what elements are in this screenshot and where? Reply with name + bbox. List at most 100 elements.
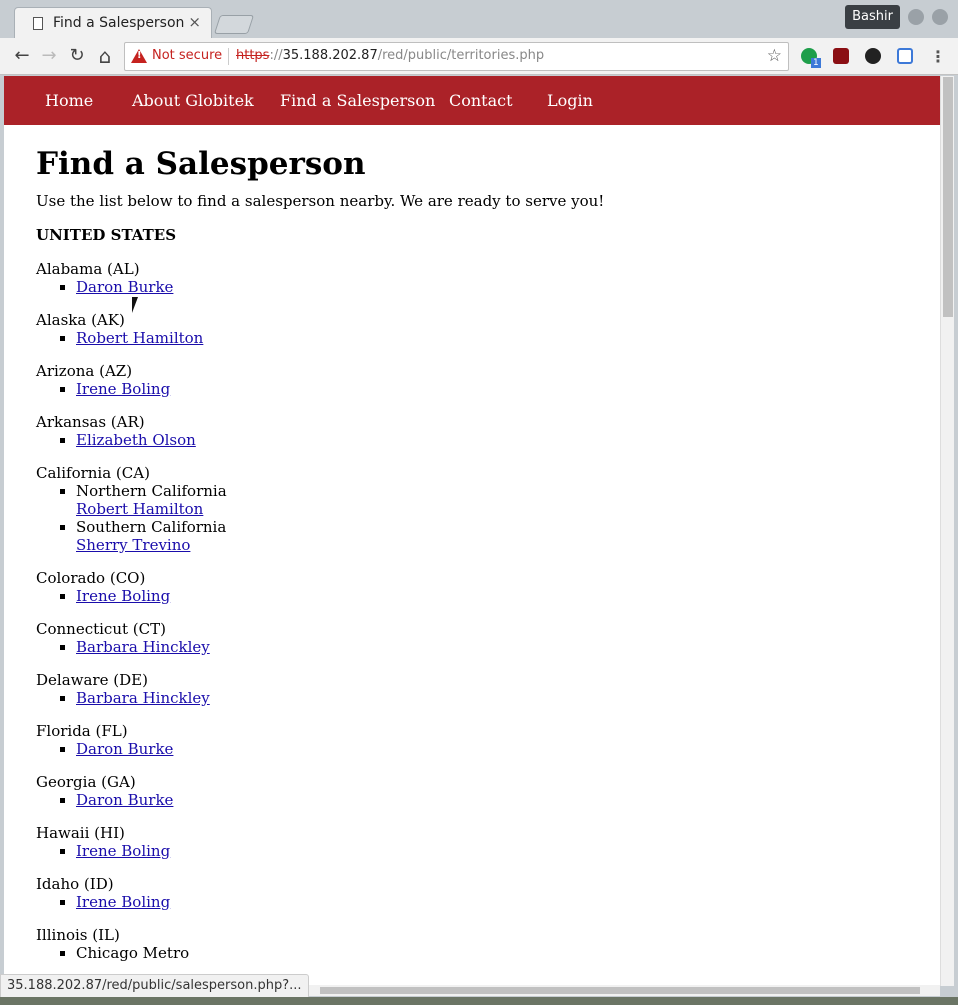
home-icon[interactable]: ⌂ — [94, 45, 116, 67]
url-path: /red/public/territories.php — [377, 48, 545, 63]
salesperson-list: Elizabeth Olson — [36, 431, 916, 449]
salesperson-item: Southern CaliforniaSherry Trevino — [76, 518, 916, 554]
salesperson-link[interactable]: Robert Hamilton — [76, 329, 203, 347]
address-bar[interactable]: Not secure https://35.188.202.87/red/pub… — [124, 42, 789, 71]
state-block: Arizona (AZ)Irene Boling — [36, 362, 916, 398]
minimize-button[interactable] — [908, 9, 924, 25]
url-scheme: https — [236, 48, 270, 63]
profile-button[interactable]: Bashir — [845, 5, 900, 29]
browser-toolbar: ← → ↻ ⌂ Not secure https://35.188.202.87… — [0, 38, 958, 75]
salesperson-list: Irene Boling — [36, 380, 916, 398]
salesperson-list: Robert Hamilton — [36, 329, 916, 347]
page-icon — [33, 17, 43, 30]
url-text[interactable]: https://35.188.202.87/red/public/territo… — [236, 48, 544, 63]
territory-list: Alabama (AL)Daron BurkeAlaska (AK)Robert… — [36, 260, 916, 962]
mouse-cursor-icon — [132, 297, 138, 313]
salesperson-list: Barbara Hinckley — [36, 638, 916, 656]
vertical-scrollbar[interactable] — [940, 76, 954, 986]
intro-text: Use the list below to find a salesperson… — [36, 192, 605, 210]
salesperson-list: Chicago Metro — [36, 944, 916, 962]
salesperson-item: Northern CaliforniaRobert Hamilton — [76, 482, 916, 518]
bookmark-star-icon[interactable]: ☆ — [767, 46, 782, 66]
warning-icon — [131, 49, 147, 63]
salesperson-item: Irene Boling — [76, 842, 916, 860]
salesperson-item: Irene Boling — [76, 587, 916, 605]
nav-login[interactable]: Login — [547, 91, 593, 110]
salesperson-link[interactable]: Irene Boling — [76, 587, 170, 605]
salesperson-item: Chicago Metro — [76, 944, 916, 962]
salesperson-link[interactable]: Robert Hamilton — [76, 500, 203, 518]
salesperson-link[interactable]: Irene Boling — [76, 842, 170, 860]
state-name: California (CA) — [36, 464, 150, 482]
state-name: Idaho (ID) — [36, 875, 114, 893]
ublock-icon[interactable] — [833, 48, 849, 64]
vertical-scroll-thumb[interactable] — [943, 77, 953, 317]
salesperson-list: Daron Burke — [36, 791, 916, 809]
nav-about[interactable]: About Globitek — [132, 91, 254, 110]
salesperson-link[interactable]: Elizabeth Olson — [76, 431, 196, 449]
state-block: Idaho (ID)Irene Boling — [36, 875, 916, 911]
nav-home[interactable]: Home — [45, 91, 93, 110]
state-name: Hawaii (HI) — [36, 824, 125, 842]
salesperson-list: Barbara Hinckley — [36, 689, 916, 707]
state-name: Alaska (AK) — [36, 311, 125, 329]
new-tab-button[interactable] — [213, 15, 255, 34]
forward-icon[interactable]: → — [38, 45, 60, 67]
state-name: Florida (FL) — [36, 722, 128, 740]
state-block: California (CA)Northern CaliforniaRobert… — [36, 464, 916, 554]
salesperson-link[interactable]: Barbara Hinckley — [76, 638, 210, 656]
state-block: Georgia (GA)Daron Burke — [36, 773, 916, 809]
state-name: Georgia (GA) — [36, 773, 136, 791]
salesperson-item: Robert Hamilton — [76, 329, 916, 347]
state-name: Alabama (AL) — [36, 260, 140, 278]
salesperson-link[interactable]: Barbara Hinckley — [76, 689, 210, 707]
salesperson-list: Irene Boling — [36, 587, 916, 605]
nav-find-salesperson[interactable]: Find a Salesperson — [280, 91, 435, 110]
url-separator: :// — [269, 48, 283, 63]
address-divider — [228, 48, 229, 65]
salesperson-item: Daron Burke — [76, 740, 916, 758]
security-label[interactable]: Not secure — [152, 48, 222, 63]
salesperson-link[interactable]: Sherry Trevino — [76, 536, 190, 554]
url-host: 35.188.202.87 — [282, 48, 378, 63]
state-name: Delaware (DE) — [36, 671, 148, 689]
salesperson-item: Daron Burke — [76, 278, 916, 296]
state-block: Arkansas (AR)Elizabeth Olson — [36, 413, 916, 449]
salesperson-link[interactable]: Daron Burke — [76, 278, 173, 296]
salesperson-link[interactable]: Irene Boling — [76, 893, 170, 911]
salesperson-list: Irene Boling — [36, 842, 916, 860]
extension-window-icon[interactable] — [897, 48, 913, 64]
main-content: Find a Salesperson Use the list below to… — [36, 145, 916, 977]
back-icon[interactable]: ← — [11, 45, 33, 67]
state-block: Colorado (CO)Irene Boling — [36, 569, 916, 605]
tab-close-icon[interactable]: × — [188, 13, 201, 31]
reload-icon[interactable]: ↻ — [66, 45, 88, 67]
state-block: Illinois (IL)Chicago Metro — [36, 926, 916, 962]
state-block: Hawaii (HI)Irene Boling — [36, 824, 916, 860]
tab-title: Find a Salesperson — [53, 15, 185, 31]
salesperson-list: Irene Boling — [36, 893, 916, 911]
state-name: Arkansas (AR) — [36, 413, 145, 431]
salesperson-link[interactable]: Daron Burke — [76, 740, 173, 758]
extension-paw-icon[interactable] — [865, 48, 881, 64]
page-title: Find a Salesperson — [36, 146, 366, 182]
close-window-button[interactable] — [932, 9, 948, 25]
salesperson-link[interactable]: Daron Burke — [76, 791, 173, 809]
state-block: Alabama (AL)Daron Burke — [36, 260, 916, 296]
page-viewport: Home About Globitek Find a Salesperson C… — [4, 76, 940, 986]
state-name: Illinois (IL) — [36, 926, 120, 944]
state-block: Connecticut (CT)Barbara Hinckley — [36, 620, 916, 656]
desktop-strip — [0, 997, 958, 1005]
state-name: Arizona (AZ) — [36, 362, 133, 380]
browser-menu-icon[interactable]: ⋮ — [930, 47, 946, 66]
site-navbar: Home About Globitek Find a Salesperson C… — [4, 76, 940, 125]
salesperson-link[interactable]: Irene Boling — [76, 380, 170, 398]
state-block: Alaska (AK)Robert Hamilton — [36, 311, 916, 347]
status-bar-url: 35.188.202.87/red/public/salesperson.php… — [0, 974, 309, 998]
salesperson-item: Daron Burke — [76, 791, 916, 809]
browser-tab[interactable]: Find a Salesperson × — [14, 7, 212, 39]
extension-badge: 1 — [811, 58, 821, 68]
salesperson-item: Barbara Hinckley — [76, 689, 916, 707]
nav-contact[interactable]: Contact — [449, 91, 513, 110]
horizontal-scroll-thumb[interactable] — [320, 987, 920, 994]
